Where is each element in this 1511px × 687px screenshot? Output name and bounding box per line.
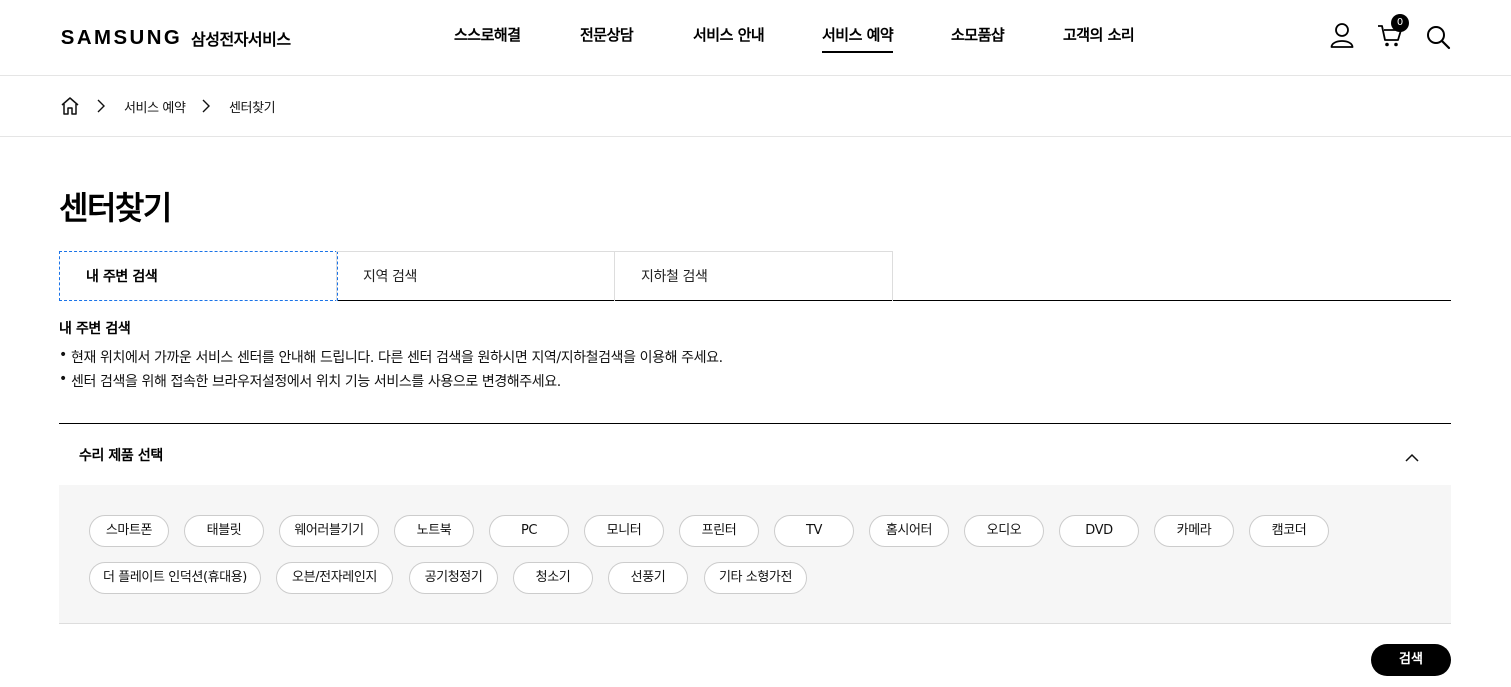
- product-chip-panel: 스마트폰 태블릿 웨어러블기기 노트북 PC 모니터 프린터 TV 홈시어터 오…: [59, 485, 1451, 624]
- product-chip-pc[interactable]: PC: [489, 515, 569, 547]
- chevron-right-icon: [96, 98, 106, 117]
- product-chip-fan[interactable]: 선풍기: [608, 562, 688, 594]
- product-chip-laptop[interactable]: 노트북: [394, 515, 474, 547]
- cart-count-badge: 0: [1391, 14, 1409, 32]
- product-chip-tablet[interactable]: 태블릿: [184, 515, 264, 547]
- search-tabs: 내 주변 검색 지역 검색 지하철 검색: [59, 251, 1451, 301]
- info-list: 현재 위치에서 가까운 서비스 센터를 안내해 드립니다. 다른 센터 검색을 …: [59, 347, 723, 395]
- info-line: 센터 검색을 위해 접속한 브라우저설정에서 위치 기능 서비스를 사용으로 변…: [59, 371, 723, 395]
- product-chip-dvd[interactable]: DVD: [1059, 515, 1139, 547]
- info-line: 현재 위치에서 가까운 서비스 센터를 안내해 드립니다. 다른 센터 검색을 …: [59, 347, 723, 371]
- user-icon[interactable]: [1330, 22, 1354, 52]
- nav-item-customer-voice[interactable]: 고객의 소리: [1063, 24, 1135, 51]
- nav-item-self-help[interactable]: 스스로해결: [454, 24, 521, 51]
- product-chip-vacuum[interactable]: 청소기: [513, 562, 593, 594]
- tab-region-search[interactable]: 지역 검색: [336, 251, 615, 301]
- main-nav: 스스로해결 전문상담 서비스 안내 서비스 예약 소모품샵 고객의 소리: [0, 24, 1511, 54]
- accordion-title: 수리 제품 선택: [79, 448, 163, 464]
- search-button[interactable]: 검색: [1371, 644, 1451, 676]
- product-chip-printer[interactable]: 프린터: [679, 515, 759, 547]
- product-chip-camera[interactable]: 카메라: [1154, 515, 1234, 547]
- breadcrumb-item-service-booking[interactable]: 서비스 예약: [124, 97, 186, 116]
- product-chip-wearable[interactable]: 웨어러블기기: [279, 515, 379, 547]
- nav-item-supplies-shop[interactable]: 소모품샵: [951, 24, 1005, 51]
- product-chip-portable-induction[interactable]: 더 플레이트 인덕션(휴대용): [89, 562, 261, 594]
- chevron-up-icon[interactable]: [1405, 448, 1419, 467]
- chevron-right-icon: [201, 98, 211, 117]
- product-select-accordion: 수리 제품 선택 스마트폰 태블릿 웨어러블기기 노트북 PC 모니터 프린터 …: [59, 423, 1451, 624]
- search-icon[interactable]: [1426, 25, 1451, 54]
- nav-item-service-guide[interactable]: 서비스 안내: [693, 24, 765, 51]
- site-header: SAMSUNG 삼성전자서비스 스스로해결 전문상담 서비스 안내 서비스 예약…: [0, 0, 1511, 76]
- tab-subway-search[interactable]: 지하철 검색: [614, 251, 893, 301]
- product-chip-tv[interactable]: TV: [774, 515, 854, 547]
- page-title: 센터찾기: [59, 189, 172, 227]
- accordion-header[interactable]: 수리 제품 선택: [59, 424, 1451, 485]
- tab-nearby-search[interactable]: 내 주변 검색: [59, 251, 338, 301]
- info-title: 내 주변 검색: [59, 321, 131, 337]
- home-icon[interactable]: [60, 96, 80, 120]
- breadcrumb: 서비스 예약 센터찾기: [0, 76, 1511, 137]
- product-chip-other-small-appliance[interactable]: 기타 소형가전: [704, 562, 807, 594]
- breadcrumb-item-current: 센터찾기: [229, 101, 276, 116]
- nav-item-consulting[interactable]: 전문상담: [580, 24, 634, 51]
- product-chip-air-purifier[interactable]: 공기청정기: [409, 562, 498, 594]
- nav-item-service-booking[interactable]: 서비스 예약: [822, 24, 894, 53]
- product-chip-home-theater[interactable]: 홈시어터: [869, 515, 949, 547]
- product-chip-smartphone[interactable]: 스마트폰: [89, 515, 169, 547]
- product-chip-camcorder[interactable]: 캠코더: [1249, 515, 1329, 547]
- product-chip-audio[interactable]: 오디오: [964, 515, 1044, 547]
- product-chip-oven-microwave[interactable]: 오븐/전자레인지: [276, 562, 393, 594]
- product-chip-monitor[interactable]: 모니터: [584, 515, 664, 547]
